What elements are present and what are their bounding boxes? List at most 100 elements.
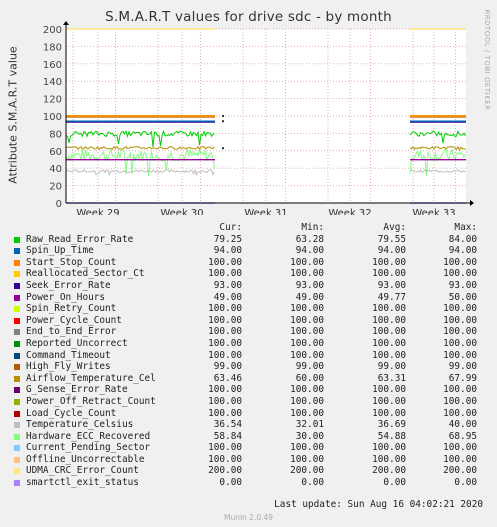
legend-value-avg: 100.00 [372, 442, 406, 454]
legend-value-avg: 100.00 [372, 395, 406, 407]
legend-row: Spin_Retry_Count 100.00 100.00 100.00 100.00 [12, 303, 487, 315]
legend-value-min: 93.00 [295, 279, 324, 291]
legend-value-max: 84.00 [448, 233, 477, 245]
legend-value-min: 100.00 [290, 314, 324, 326]
legend-value-avg: 100.00 [372, 453, 406, 465]
legend-series-name: End_to_End_Error [26, 326, 117, 338]
legend-value-max: 100.00 [443, 453, 477, 465]
legend-swatch [14, 248, 20, 255]
legend-row: End_to_End_Error 100.00 100.00 100.00 100.00 [12, 326, 487, 338]
legend-value-min: 0.00 [301, 477, 324, 489]
legend-row: Command_Timeout 100.00 100.00 100.00 100.00 [12, 350, 487, 362]
legend-value-avg: 100.00 [372, 407, 406, 419]
legend-value-min: 100.00 [290, 256, 324, 268]
legend-series-name: Command_Timeout [26, 349, 111, 361]
legend-value-avg: 100.00 [372, 303, 406, 315]
col-header-avg: Avg: [383, 222, 406, 233]
legend-row: High_Fly_Writes 99.00 99.00 99.00 99.00 [12, 361, 487, 373]
legend-swatch [14, 480, 20, 487]
legend-series-name: Temperature_Celsius [26, 419, 134, 431]
legend-value-min: 100.00 [290, 337, 324, 349]
legend-value-cur: 93.00 [213, 279, 242, 291]
legend-row: Hardware_ECC_Recovered 58.84 30.00 54.88 68.… [12, 431, 487, 443]
y-tick-label: 40 [49, 164, 62, 175]
legend-swatch [14, 456, 20, 463]
legend-row: Spin_Up_Time 94.00 94.00 94.00 94.00 [12, 245, 487, 257]
x-tick-label: Week 31 [244, 208, 287, 215]
legend-swatch [14, 282, 20, 289]
legend-value-cur: 100.00 [208, 395, 242, 407]
legend-value-max: 100.00 [443, 326, 477, 338]
legend-value-avg: 100.00 [372, 314, 406, 326]
legend-value-cur: 100.00 [208, 453, 242, 465]
legend-value-max: 100.00 [443, 395, 477, 407]
legend-row: Offline_Uncorrectable 100.00 100.00 100.00 1… [12, 454, 487, 466]
y-tick-label: 0 [56, 199, 62, 210]
legend-row: Airflow_Temperature_Cel 63.46 60.00 63.31 67… [12, 373, 487, 385]
legend-value-max: 200.00 [443, 465, 477, 477]
y-tick-label: 80 [49, 129, 62, 140]
legend-series-name: Current_Pending_Sector [26, 442, 151, 454]
gap-marker [222, 147, 224, 150]
legend-value-max: 99.00 [448, 361, 477, 373]
legend-value-min: 49.00 [295, 291, 324, 303]
legend-series-name: UDMA_CRC_Error_Count [26, 465, 139, 477]
legend-series-name: Load_Cycle_Count [26, 407, 117, 419]
legend-value-avg: 100.00 [372, 349, 406, 361]
legend-table: Cur: Min: Avg: Max: Raw_Read_Error_Rate 7… [12, 222, 487, 489]
legend-value-avg: 94.00 [377, 245, 406, 257]
y-tick-label: 100 [43, 112, 62, 123]
legend-series-name: G_Sense_Error_Rate [26, 384, 128, 396]
legend-value-min: 200.00 [290, 465, 324, 477]
legend-value-avg: 99.00 [377, 361, 406, 373]
legend-value-avg: 100.00 [372, 384, 406, 396]
chart-plot: 0 20 40 60 80 100 120 140 160 180 200 Week 29 Week 3… [43, 21, 474, 215]
legend-value-avg: 100.00 [372, 256, 406, 268]
legend-row: Raw_Read_Error_Rate 79.25 63.28 79.55 84.00 [12, 234, 487, 246]
legend-row: Load_Cycle_Count 100.00 100.00 100.00 100.00 [12, 408, 487, 420]
legend-swatch [14, 306, 20, 313]
legend-row: Power_Off_Retract_Count 100.00 100.00 100.0… [12, 396, 487, 408]
legend-value-min: 99.00 [295, 361, 324, 373]
legend-value-min: 100.00 [290, 442, 324, 454]
legend-series-name: High_Fly_Writes [26, 361, 111, 373]
legend-value-min: 63.28 [295, 233, 324, 245]
legend-value-max: 100.00 [443, 256, 477, 268]
legend-row: UDMA_CRC_Error_Count 200.00 200.00 200.00 20… [12, 465, 487, 477]
legend-swatch [14, 433, 20, 440]
legend-value-avg: 54.88 [377, 430, 406, 442]
legend-value-min: 100.00 [290, 395, 324, 407]
legend-row: Start_Stop_Count 100.00 100.00 100.00 100.00 [12, 257, 487, 269]
legend-value-max: 100.00 [443, 268, 477, 280]
legend-value-max: 40.00 [448, 419, 477, 431]
legend-swatch [14, 364, 20, 371]
legend-swatch [14, 468, 20, 475]
legend-value-min: 100.00 [290, 268, 324, 280]
legend-value-cur: 100.00 [208, 407, 242, 419]
legend-row: smartctl_exit_status 0.00 0.00 0.00 0.00 [12, 477, 487, 489]
legend-value-max: 68.95 [448, 430, 477, 442]
legend-swatch [14, 271, 20, 278]
legend-swatch [14, 387, 20, 394]
last-update-text: Last update: Sun Aug 16 04:02:21 2020 [274, 499, 483, 510]
legend-value-avg: 200.00 [372, 465, 406, 477]
legend-value-cur: 100.00 [208, 303, 242, 315]
legend-value-min: 60.00 [295, 372, 324, 384]
legend-value-max: 93.00 [448, 279, 477, 291]
x-tick-label: Week 29 [76, 208, 119, 215]
legend-value-avg: 100.00 [372, 268, 406, 280]
legend-value-min: 32.01 [295, 419, 324, 431]
x-tick-label: Week 33 [412, 208, 455, 215]
legend-swatch [14, 259, 20, 266]
legend-series-name: Power_On_Hours [26, 291, 106, 303]
legend-value-cur: 79.25 [213, 233, 242, 245]
legend-row: Power_Cycle_Count 100.00 100.00 100.00 100.0… [12, 315, 487, 327]
legend-value-cur: 100.00 [208, 268, 242, 280]
legend-swatch [14, 410, 20, 417]
legend-value-max: 50.00 [448, 291, 477, 303]
legend-value-min: 100.00 [290, 384, 324, 396]
legend-value-max: 67.99 [448, 372, 477, 384]
legend-series-name: Hardware_ECC_Recovered [26, 430, 151, 442]
legend-value-cur: 100.00 [208, 442, 242, 454]
legend-swatch [14, 340, 20, 347]
